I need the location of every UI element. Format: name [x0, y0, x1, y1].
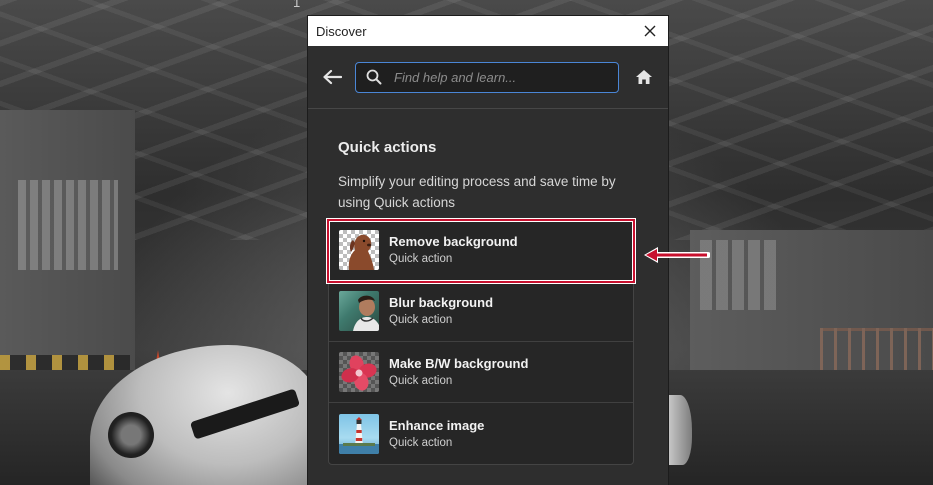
quick-action-title: Make B/W background: [389, 356, 529, 371]
quick-action-make-bw-background[interactable]: Make B/W background Quick action: [329, 342, 633, 403]
pointer-arrow-icon: [644, 247, 710, 263]
quick-action-title: Remove background: [389, 234, 518, 249]
home-button[interactable]: [622, 57, 666, 97]
quick-action-subtitle: Quick action: [389, 314, 453, 326]
person-portrait-thumbnail: [339, 291, 379, 331]
panel-title: Discover: [316, 23, 367, 39]
corner-text: 1: [293, 0, 301, 10]
toolbar: [308, 46, 668, 109]
quick-action-subtitle: Quick action: [389, 375, 453, 387]
dog-portrait-transparent-thumbnail: [339, 230, 379, 270]
building-glass: [700, 240, 780, 310]
quick-action-title: Blur background: [389, 295, 494, 310]
close-button[interactable]: [640, 21, 660, 41]
close-icon: [644, 25, 656, 37]
quick-action-enhance-image[interactable]: Enhance image Quick action: [329, 403, 633, 464]
quick-action-remove-background[interactable]: Remove background Quick action: [329, 220, 633, 281]
car-headlight: [108, 412, 154, 458]
back-button[interactable]: [308, 57, 356, 97]
car-right-edge: [668, 395, 692, 465]
arrow-left-icon: [323, 69, 342, 85]
building-left: [0, 110, 135, 380]
quick-action-subtitle: Quick action: [389, 436, 453, 449]
search-box[interactable]: [355, 61, 619, 93]
quick-action-title: Enhance image: [389, 417, 485, 433]
quick-action-subtitle: Quick action: [389, 253, 453, 265]
search-icon: [356, 69, 392, 85]
fence: [820, 328, 933, 372]
home-icon: [636, 70, 652, 84]
discover-panel: Discover Qui: [308, 16, 668, 485]
section-description: Simplify your editing process and save t…: [338, 174, 616, 210]
panel-content: Quick actions Simplify your editing proc…: [308, 109, 668, 485]
quick-actions-list: Remove background Quick action Blur back…: [328, 219, 634, 465]
building-windows: [18, 180, 118, 270]
pink-flower-thumbnail: [339, 352, 379, 392]
lighthouse-thumbnail: [339, 413, 379, 454]
search-input[interactable]: [392, 68, 618, 86]
section-heading: Quick actions: [338, 139, 437, 156]
title-bar: Discover: [308, 16, 668, 46]
quick-action-blur-background[interactable]: Blur background Quick action: [329, 281, 633, 342]
